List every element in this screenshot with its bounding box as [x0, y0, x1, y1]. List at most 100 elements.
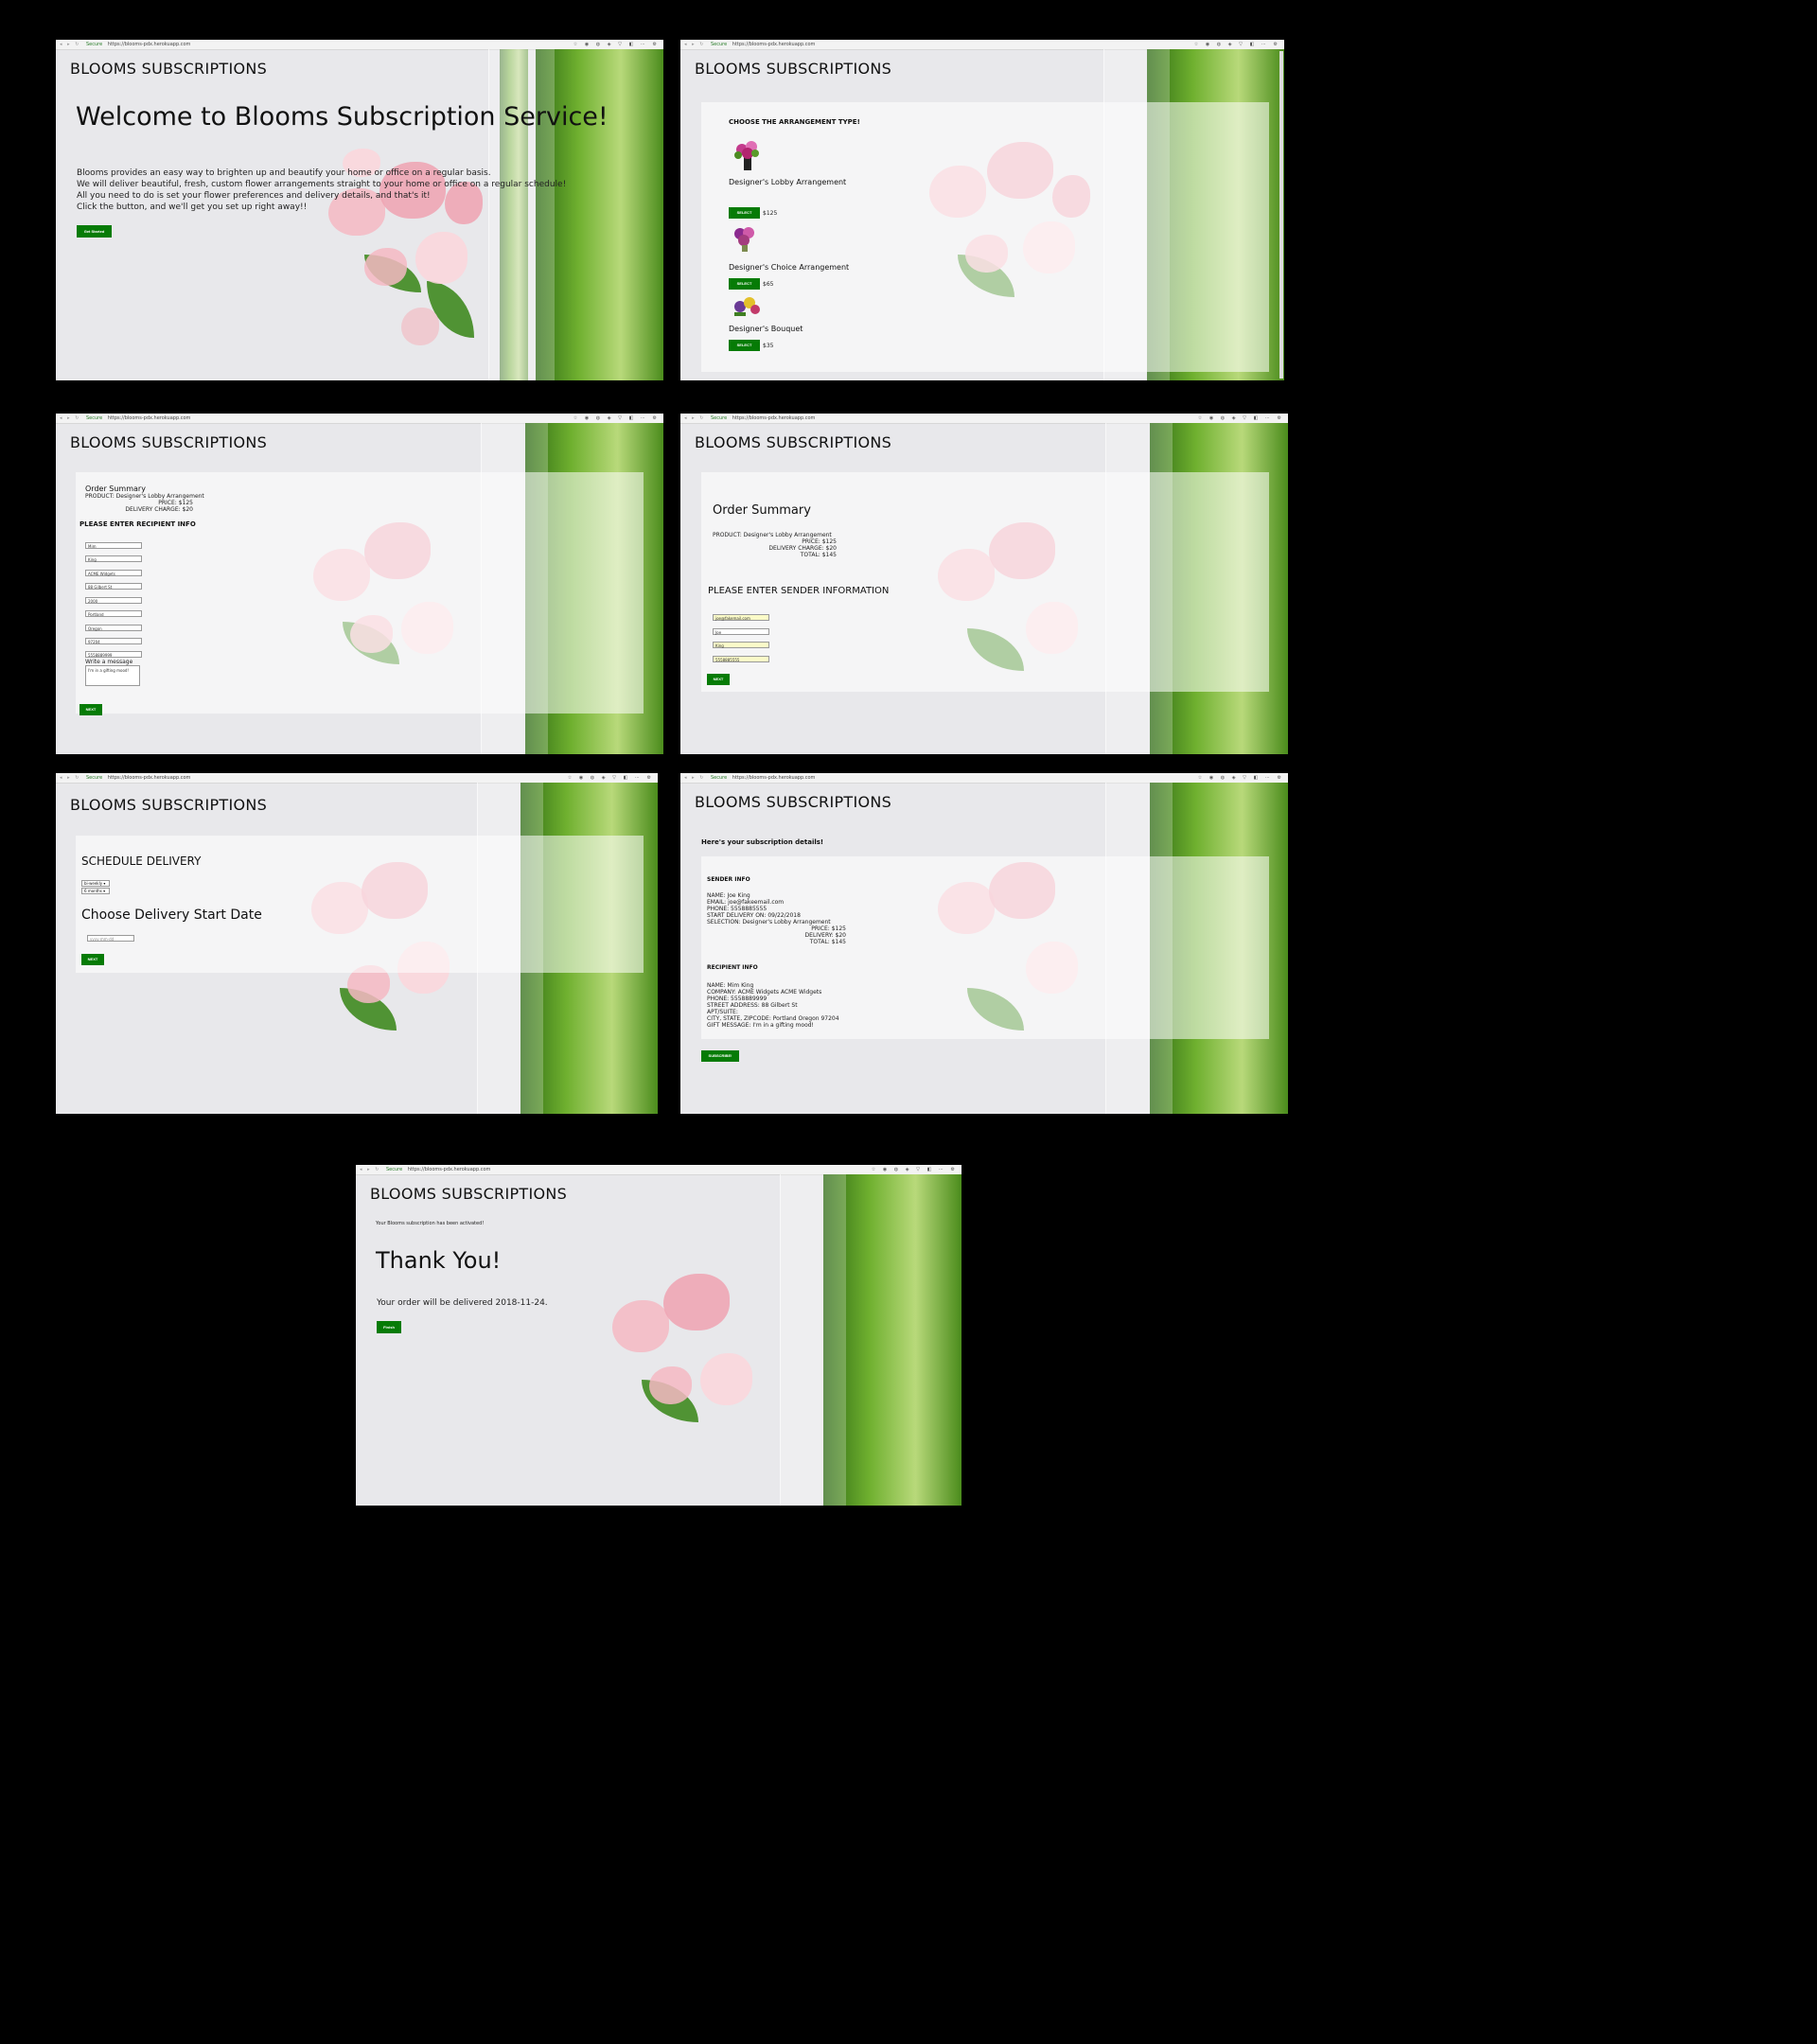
- next-button[interactable]: NEXT: [707, 674, 730, 685]
- address-bar[interactable]: https://blooms-pdx.herokuapp.com: [108, 775, 191, 781]
- site-title[interactable]: BLOOMS SUBSCRIPTIONS: [70, 60, 267, 78]
- address-bar[interactable]: https://blooms-pdx.herokuapp.com: [108, 415, 191, 421]
- start-delivery: START DELIVERY ON: 09/22/2018: [707, 912, 801, 919]
- frequency-select[interactable]: bi-weekly ▾: [81, 880, 110, 887]
- extension-icons[interactable]: ☆ ◉ ◍ ◈ ▽ ◧ ⋯ ⚙: [573, 40, 660, 49]
- activated-message: Your Blooms subscription has been activa…: [376, 1221, 485, 1226]
- browser-nav-icons[interactable]: ◂ ▸ ↻: [684, 40, 705, 49]
- summary-product: PRODUCT: Designer's Lobby Arrangement: [85, 493, 204, 500]
- secure-label: Secure: [85, 42, 103, 47]
- duration-select[interactable]: 6 months ▾: [81, 888, 110, 894]
- site-title[interactable]: BLOOMS SUBSCRIPTIONS: [70, 433, 267, 451]
- bouquet-name: Designer's Bouquet: [729, 325, 803, 333]
- screenshot-subscription-details: ◂ ▸ ↻ Secure https://blooms-pdx.herokuap…: [680, 773, 1288, 1114]
- selection: SELECTION: Designer's Lobby Arrangement: [707, 919, 831, 925]
- sender-email: EMAIL: joe@fakeemail.com: [707, 899, 785, 906]
- address-bar[interactable]: https://blooms-pdx.herokuapp.com: [732, 775, 816, 781]
- recipient-first-name[interactable]: Mim: [85, 542, 142, 549]
- sender-first-name[interactable]: Joe: [713, 628, 769, 635]
- start-date-input[interactable]: yyyy-mm-dd: [87, 935, 134, 942]
- details-card: [701, 856, 1269, 1039]
- recipient-street[interactable]: 88 Gilbert St: [85, 583, 142, 590]
- site-title[interactable]: BLOOMS SUBSCRIPTIONS: [695, 60, 891, 78]
- intro-line-1: Blooms provides an easy way to brighten …: [77, 168, 491, 178]
- choice-price: $65: [763, 281, 774, 288]
- recipient-name: NAME: Mim King: [707, 982, 754, 989]
- select-choice-button[interactable]: SELECT: [729, 278, 760, 290]
- address-bar[interactable]: https://blooms-pdx.herokuapp.com: [732, 42, 816, 47]
- browser-nav-icons[interactable]: ◂ ▸ ↻: [684, 773, 705, 783]
- sender-email[interactable]: joe@fakemail.com: [713, 614, 769, 621]
- extension-icons[interactable]: ☆ ◉ ◍ ◈ ▽ ◧ ⋯ ⚙: [1198, 414, 1284, 423]
- summary-price: PRICE: $125: [158, 500, 193, 506]
- select-bouquet-button[interactable]: SELECT: [729, 340, 760, 351]
- recipient-info-heading: RECIPIENT INFO: [707, 964, 758, 971]
- flower-background-image: [299, 49, 663, 380]
- recipient-last-name[interactable]: King: [85, 555, 142, 562]
- site-title[interactable]: BLOOMS SUBSCRIPTIONS: [695, 793, 891, 811]
- screenshot-arrangement-type: ◂ ▸ ↻ Secure https://blooms-pdx.herokuap…: [680, 40, 1284, 380]
- recipient-phone[interactable]: 5558889999: [85, 651, 142, 658]
- extension-icons[interactable]: ☆ ◉ ◍ ◈ ▽ ◧ ⋯ ⚙: [1194, 40, 1280, 49]
- address-bar[interactable]: https://blooms-pdx.herokuapp.com: [408, 1167, 491, 1172]
- browser-nav-icons[interactable]: ◂ ▸ ↻: [684, 414, 705, 423]
- choice-arrangement-name: Designer's Choice Arrangement: [729, 263, 850, 272]
- sender-phone: PHONE: 5558885555: [707, 906, 767, 912]
- browser-nav-icons[interactable]: ◂ ▸ ↻: [60, 773, 80, 783]
- recipient-street: STREET ADDRESS: 88 Gilbert St: [707, 1002, 798, 1009]
- duration-value: 6 months: [84, 889, 102, 893]
- browser-nav-icons[interactable]: ◂ ▸ ↻: [360, 1165, 380, 1174]
- screenshot-recipient-info: ◂ ▸ ↻ Secure https://blooms-pdx.herokuap…: [56, 414, 663, 754]
- address-bar[interactable]: https://blooms-pdx.herokuapp.com: [108, 42, 191, 47]
- lobby-price: $125: [763, 210, 778, 217]
- secure-label: Secure: [85, 775, 103, 781]
- screenshot-schedule-delivery: ◂ ▸ ↻ Secure https://blooms-pdx.herokuap…: [56, 773, 658, 1114]
- arrangement-heading: CHOOSE THE ARRANGEMENT TYPE!: [729, 118, 860, 126]
- next-button[interactable]: NEXT: [79, 704, 102, 715]
- extension-icons[interactable]: ☆ ◉ ◍ ◈ ▽ ◧ ⋯ ⚙: [1198, 773, 1284, 783]
- details-total: TOTAL: $145: [809, 939, 846, 945]
- sender-last-name[interactable]: King: [713, 642, 769, 648]
- browser-nav-icons[interactable]: ◂ ▸ ↻: [60, 414, 80, 423]
- site-title[interactable]: BLOOMS SUBSCRIPTIONS: [70, 796, 267, 814]
- recipient-apt[interactable]: 2000: [85, 597, 142, 604]
- address-bar[interactable]: https://blooms-pdx.herokuapp.com: [732, 415, 816, 421]
- scrollbar[interactable]: [1279, 51, 1283, 379]
- subscribe-button[interactable]: SUBSCRIBE!: [701, 1050, 739, 1062]
- screenshot-welcome: ◂ ▸ ↻ Secure https://blooms-pdx.herokuap…: [56, 40, 663, 380]
- details-intro: Here's your subscription details!: [701, 838, 824, 846]
- recipient-city[interactable]: Portland: [85, 610, 142, 617]
- order-summary-title: Order Summary: [713, 503, 811, 518]
- gift-message-textarea[interactable]: I'm in a gifting mood!: [85, 665, 140, 686]
- flower-background-image: [598, 1174, 961, 1506]
- frequency-value: bi-weekly: [84, 881, 103, 886]
- secure-label: Secure: [710, 775, 728, 781]
- recipient-gift-message: GIFT MESSAGE: I'm in a gifting mood!: [707, 1022, 814, 1029]
- bouquet-price: $35: [763, 343, 774, 349]
- recipient-state[interactable]: Oregon: [85, 625, 142, 631]
- site-title[interactable]: BLOOMS SUBSCRIPTIONS: [370, 1185, 567, 1203]
- secure-label: Secure: [385, 1167, 403, 1172]
- secure-label: Secure: [85, 415, 103, 421]
- screenshot-thank-you: ◂ ▸ ↻ Secure https://blooms-pdx.herokuap…: [356, 1165, 961, 1506]
- recipient-zip[interactable]: 97204: [85, 638, 142, 644]
- select-lobby-button[interactable]: SELECT: [729, 207, 760, 219]
- site-title[interactable]: BLOOMS SUBSCRIPTIONS: [695, 433, 891, 451]
- secure-label: Secure: [710, 415, 728, 421]
- extension-icons[interactable]: ☆ ◉ ◍ ◈ ▽ ◧ ⋯ ⚙: [872, 1165, 958, 1174]
- get-started-button[interactable]: Get Started: [77, 225, 112, 238]
- summary-delivery: DELIVERY CHARGE: $20: [125, 506, 193, 513]
- sender-phone[interactable]: 5558885555: [713, 656, 769, 662]
- finish-button[interactable]: Finish: [377, 1321, 401, 1333]
- message-label: Write a message: [85, 659, 133, 665]
- next-button[interactable]: NEXT: [81, 954, 104, 965]
- recipient-phone: PHONE: 5558889999: [707, 996, 767, 1002]
- extension-icons[interactable]: ☆ ◉ ◍ ◈ ▽ ◧ ⋯ ⚙: [568, 773, 654, 783]
- browser-nav-icons[interactable]: ◂ ▸ ↻: [60, 40, 80, 49]
- sender-info-heading: SENDER INFO: [707, 876, 750, 883]
- intro-line-3: All you need to do is set your flower pr…: [77, 191, 431, 201]
- recipient-company[interactable]: ACME Widgets: [85, 570, 142, 576]
- extension-icons[interactable]: ☆ ◉ ◍ ◈ ▽ ◧ ⋯ ⚙: [573, 414, 660, 423]
- order-summary-title: Order Summary: [85, 485, 146, 493]
- start-date-heading: Choose Delivery Start Date: [81, 907, 262, 923]
